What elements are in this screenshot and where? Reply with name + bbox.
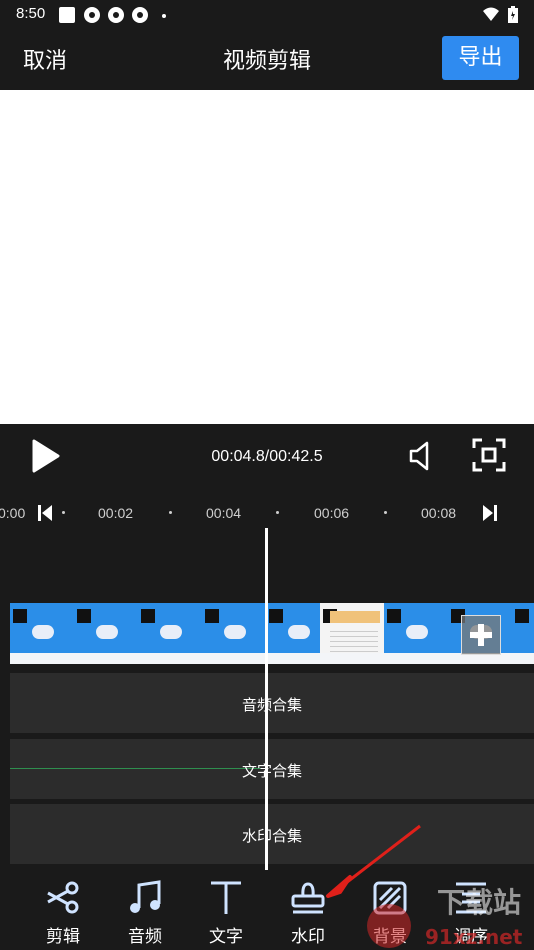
- skip-to-start-icon[interactable]: [37, 504, 53, 522]
- fullscreen-icon[interactable]: [472, 438, 506, 472]
- audio-track-label: 音频合集: [241, 696, 302, 714]
- playback-controls: 00:04.8/00:42.5: [0, 424, 534, 488]
- app-bar: 取消 视频剪辑 导出: [0, 28, 534, 90]
- site-watermark: 下载站 91xz.net: [365, 882, 534, 950]
- tool-audio[interactable]: 音频: [115, 870, 175, 950]
- skip-to-end-icon[interactable]: [482, 504, 498, 522]
- video-preview[interactable]: [0, 90, 534, 424]
- tool-label: 水印: [291, 927, 325, 947]
- ruler-tick: 0:00: [0, 505, 26, 521]
- tool-label: 剪辑: [46, 927, 80, 947]
- playback-timecode: 00:04.8/00:42.5: [211, 448, 323, 465]
- text-t-icon: [211, 881, 241, 914]
- ruler-tick: 00:06: [314, 505, 350, 521]
- scissors-icon: [47, 881, 79, 914]
- watermark-track[interactable]: 水印合集: [10, 804, 534, 864]
- tool-label: 文字: [209, 927, 243, 947]
- audio-track[interactable]: 音频合集: [10, 673, 534, 733]
- status-bar: 8:50: [0, 0, 534, 28]
- site-watermark-logo-icon: 下载站 91xz.net: [367, 886, 523, 949]
- svg-text:91xz.net: 91xz.net: [425, 925, 523, 949]
- svg-text:下载站: 下载站: [437, 886, 521, 919]
- music-note-icon: [130, 880, 161, 913]
- text-track[interactable]: 文字合集: [10, 739, 534, 799]
- timeline-ruler[interactable]: 0:00 00:02 00:04 00:06 00:08: [0, 498, 534, 528]
- watermark-track-label: 水印合集: [241, 827, 302, 845]
- video-clip-strip[interactable]: [10, 603, 534, 664]
- export-button[interactable]: 导出: [442, 36, 519, 80]
- add-clip-icon[interactable]: [461, 615, 501, 655]
- battery-icon: [508, 6, 518, 23]
- volume-icon[interactable]: [408, 441, 436, 471]
- ruler-tick: 00:02: [98, 505, 134, 521]
- text-track-label: 文字合集: [241, 762, 302, 780]
- notification-icons: [59, 7, 166, 23]
- ruler-tick: 00:04: [206, 505, 242, 521]
- wifi-icon: [483, 7, 499, 21]
- playhead[interactable]: [265, 528, 268, 870]
- tool-cut[interactable]: 剪辑: [33, 870, 93, 950]
- tool-text[interactable]: 文字: [196, 870, 256, 950]
- ruler-tick: 00:08: [421, 505, 457, 521]
- status-time: 8:50: [16, 5, 46, 22]
- tool-label: 音频: [128, 927, 162, 947]
